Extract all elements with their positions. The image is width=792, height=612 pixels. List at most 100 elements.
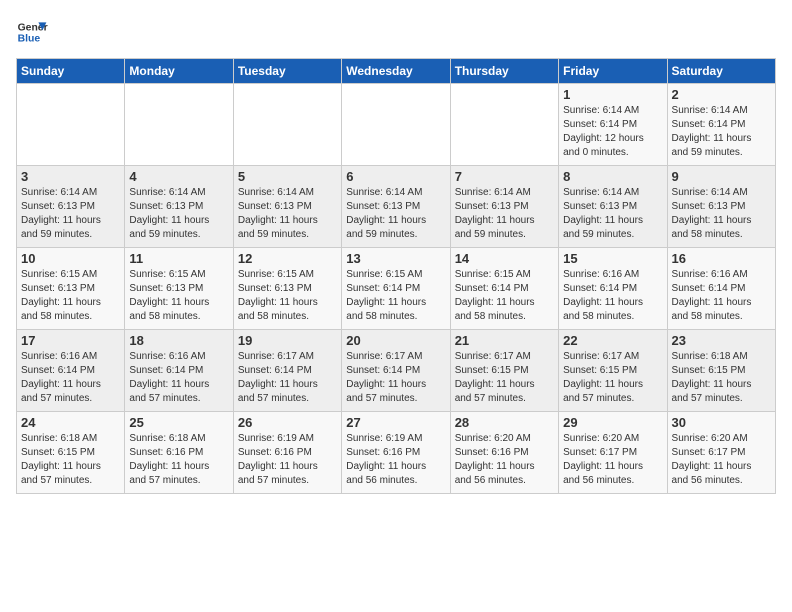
cell-text: Sunrise: 6:17 AM Sunset: 6:15 PM Dayligh… [563,350,662,406]
day-number: 20 [346,333,445,348]
column-header-thursday: Thursday [450,59,558,84]
day-number: 26 [238,415,337,430]
cell-text: Sunrise: 6:20 AM Sunset: 6:16 PM Dayligh… [455,432,554,488]
day-number: 6 [346,169,445,184]
calendar-cell [233,84,341,166]
calendar-cell: 6 Sunrise: 6:14 AM Sunset: 6:13 PM Daylig… [342,166,450,248]
calendar-cell: 4 Sunrise: 6:14 AM Sunset: 6:13 PM Daylig… [125,166,233,248]
calendar-cell: 14 Sunrise: 6:15 AM Sunset: 6:14 PM Dayli… [450,248,558,330]
day-number: 1 [563,87,662,102]
calendar-cell: 28Sunrise: 6:20 AM Sunset: 6:16 PM Dayli… [450,412,558,494]
calendar-cell: 29Sunrise: 6:20 AM Sunset: 6:17 PM Dayli… [559,412,667,494]
calendar-cell: 23Sunrise: 6:18 AM Sunset: 6:15 PM Dayli… [667,330,775,412]
cell-text: Sunrise: 6:17 AM Sunset: 6:14 PM Dayligh… [346,350,445,406]
cell-text: Sunrise: 6:15 AM Sunset: 6:14 PM Dayligh… [455,268,554,324]
cell-text: Sunrise: 6:19 AM Sunset: 6:16 PM Dayligh… [346,432,445,488]
day-number: 17 [21,333,120,348]
cell-text: Sunrise: 6:14 AM Sunset: 6:13 PM Dayligh… [455,186,554,242]
cell-text: Sunrise: 6:18 AM Sunset: 6:15 PM Dayligh… [672,350,771,406]
cell-text: Sunrise: 6:15 AM Sunset: 6:13 PM Dayligh… [21,268,120,324]
calendar-cell [342,84,450,166]
day-number: 5 [238,169,337,184]
logo-icon: General Blue [16,16,48,48]
calendar-cell: 18 Sunrise: 6:16 AM Sunset: 6:14 PM Dayli… [125,330,233,412]
day-number: 11 [129,251,228,266]
column-header-monday: Monday [125,59,233,84]
column-header-tuesday: Tuesday [233,59,341,84]
day-number: 30 [672,415,771,430]
cell-text: Sunrise: 6:15 AM Sunset: 6:13 PM Dayligh… [129,268,228,324]
page-header: General Blue [16,16,776,48]
day-number: 4 [129,169,228,184]
calendar-cell: 26 Sunrise: 6:19 AM Sunset: 6:16 PM Dayli… [233,412,341,494]
column-header-wednesday: Wednesday [342,59,450,84]
cell-text: Sunrise: 6:18 AM Sunset: 6:16 PM Dayligh… [129,432,228,488]
calendar-cell: 9 Sunrise: 6:14 AM Sunset: 6:13 PM Daylig… [667,166,775,248]
cell-text: Sunrise: 6:14 AM Sunset: 6:13 PM Dayligh… [563,186,662,242]
cell-text: Sunrise: 6:14 AM Sunset: 6:13 PM Dayligh… [346,186,445,242]
day-number: 12 [238,251,337,266]
cell-text: Sunrise: 6:14 AM Sunset: 6:14 PM Dayligh… [563,104,662,160]
cell-text: Sunrise: 6:16 AM Sunset: 6:14 PM Dayligh… [129,350,228,406]
calendar-cell: 16 Sunrise: 6:16 AM Sunset: 6:14 PM Dayli… [667,248,775,330]
calendar-cell: 27 Sunrise: 6:19 AM Sunset: 6:16 PM Dayli… [342,412,450,494]
day-number: 8 [563,169,662,184]
cell-text: Sunrise: 6:14 AM Sunset: 6:14 PM Dayligh… [672,104,771,160]
day-number: 18 [129,333,228,348]
cell-text: Sunrise: 6:17 AM Sunset: 6:14 PM Dayligh… [238,350,337,406]
calendar-cell: 17 Sunrise: 6:16 AM Sunset: 6:14 PM Dayli… [17,330,125,412]
day-number: 13 [346,251,445,266]
cell-text: Sunrise: 6:20 AM Sunset: 6:17 PM Dayligh… [563,432,662,488]
calendar-cell: 1 Sunrise: 6:14 AM Sunset: 6:14 PM Daylig… [559,84,667,166]
cell-text: Sunrise: 6:15 AM Sunset: 6:13 PM Dayligh… [238,268,337,324]
day-number: 7 [455,169,554,184]
column-header-friday: Friday [559,59,667,84]
cell-text: Sunrise: 6:19 AM Sunset: 6:16 PM Dayligh… [238,432,337,488]
day-number: 19 [238,333,337,348]
calendar-cell [125,84,233,166]
day-number: 21 [455,333,554,348]
calendar-cell: 11 Sunrise: 6:15 AM Sunset: 6:13 PM Dayli… [125,248,233,330]
cell-text: Sunrise: 6:17 AM Sunset: 6:15 PM Dayligh… [455,350,554,406]
logo: General Blue [16,16,48,48]
calendar-cell: 20 Sunrise: 6:17 AM Sunset: 6:14 PM Dayli… [342,330,450,412]
calendar-cell: 13 Sunrise: 6:15 AM Sunset: 6:14 PM Dayli… [342,248,450,330]
cell-text: Sunrise: 6:20 AM Sunset: 6:17 PM Dayligh… [672,432,771,488]
cell-text: Sunrise: 6:16 AM Sunset: 6:14 PM Dayligh… [563,268,662,324]
day-number: 3 [21,169,120,184]
day-number: 2 [672,87,771,102]
calendar-cell: 25Sunrise: 6:18 AM Sunset: 6:16 PM Dayli… [125,412,233,494]
calendar-cell [450,84,558,166]
cell-text: Sunrise: 6:14 AM Sunset: 6:13 PM Dayligh… [129,186,228,242]
calendar-cell [17,84,125,166]
cell-text: Sunrise: 6:16 AM Sunset: 6:14 PM Dayligh… [21,350,120,406]
calendar-cell: 10 Sunrise: 6:15 AM Sunset: 6:13 PM Dayli… [17,248,125,330]
day-number: 10 [21,251,120,266]
day-number: 15 [563,251,662,266]
day-number: 22 [563,333,662,348]
cell-text: Sunrise: 6:14 AM Sunset: 6:13 PM Dayligh… [238,186,337,242]
calendar-cell: 15 Sunrise: 6:16 AM Sunset: 6:14 PM Dayli… [559,248,667,330]
cell-text: Sunrise: 6:18 AM Sunset: 6:15 PM Dayligh… [21,432,120,488]
column-header-saturday: Saturday [667,59,775,84]
column-header-sunday: Sunday [17,59,125,84]
day-number: 14 [455,251,554,266]
cell-text: Sunrise: 6:14 AM Sunset: 6:13 PM Dayligh… [672,186,771,242]
calendar-cell: 19 Sunrise: 6:17 AM Sunset: 6:14 PM Dayli… [233,330,341,412]
day-number: 24 [21,415,120,430]
day-number: 16 [672,251,771,266]
calendar-cell: 7 Sunrise: 6:14 AM Sunset: 6:13 PM Daylig… [450,166,558,248]
cell-text: Sunrise: 6:14 AM Sunset: 6:13 PM Dayligh… [21,186,120,242]
calendar-cell: 12 Sunrise: 6:15 AM Sunset: 6:13 PM Dayli… [233,248,341,330]
calendar-cell: 3 Sunrise: 6:14 AM Sunset: 6:13 PM Daylig… [17,166,125,248]
day-number: 9 [672,169,771,184]
day-number: 27 [346,415,445,430]
calendar-cell: 24 Sunrise: 6:18 AM Sunset: 6:15 PM Dayli… [17,412,125,494]
svg-text:Blue: Blue [18,34,41,45]
calendar-cell: 8 Sunrise: 6:14 AM Sunset: 6:13 PM Daylig… [559,166,667,248]
calendar-cell: 2 Sunrise: 6:14 AM Sunset: 6:14 PM Daylig… [667,84,775,166]
calendar-cell: 21 Sunrise: 6:17 AM Sunset: 6:15 PM Dayli… [450,330,558,412]
calendar-table: SundayMondayTuesdayWednesdayThursdayFrid… [16,58,776,494]
cell-text: Sunrise: 6:15 AM Sunset: 6:14 PM Dayligh… [346,268,445,324]
cell-text: Sunrise: 6:16 AM Sunset: 6:14 PM Dayligh… [672,268,771,324]
